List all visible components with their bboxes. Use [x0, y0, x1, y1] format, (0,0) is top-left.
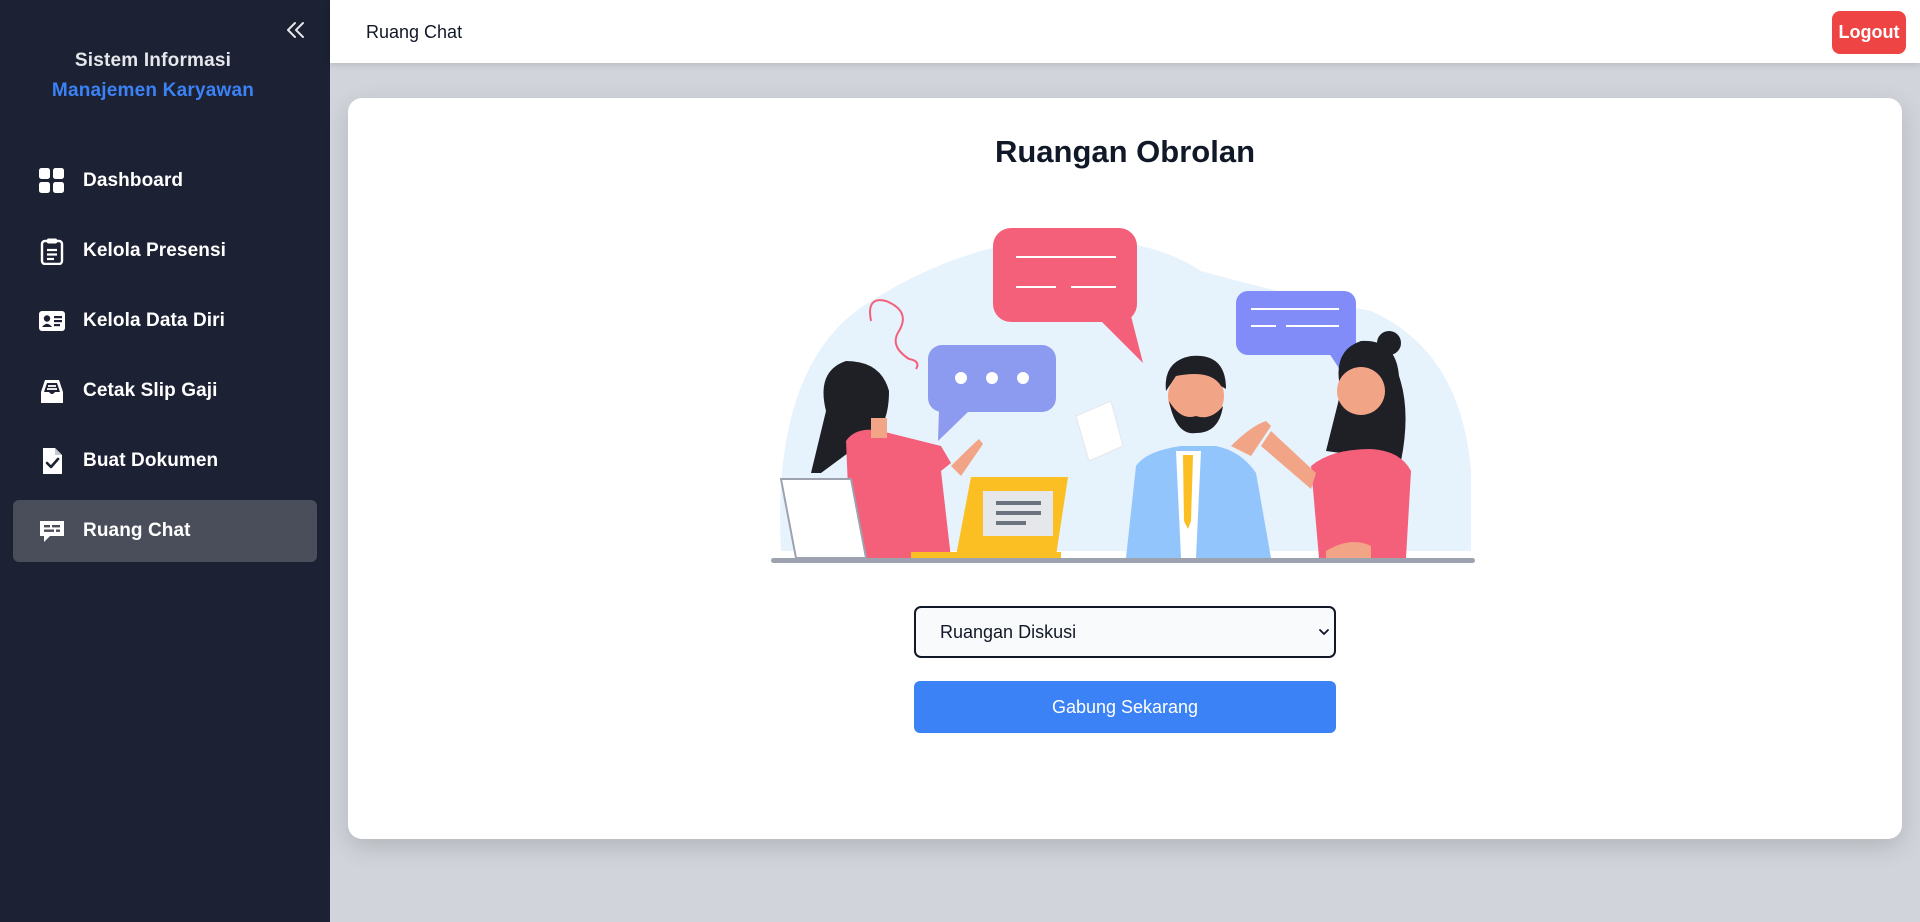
sidebar-item-label: Ruang Chat [83, 520, 191, 541]
sidebar-item-label: Kelola Presensi [83, 240, 227, 261]
sidebar-item-buat-dokumen[interactable]: Buat Dokumen [13, 430, 317, 492]
double-chevron-left-icon [287, 22, 304, 38]
top-bar: Ruang Chat Logout [330, 0, 1920, 63]
collapse-sidebar-button[interactable] [284, 16, 306, 44]
id-card-icon [38, 307, 66, 335]
sidebar-item-cetak-slip-gaji[interactable]: Cetak Slip Gaji [13, 360, 317, 422]
sidebar-item-ruang-chat[interactable]: Ruang Chat [13, 500, 317, 562]
inbox-tray-icon [38, 377, 66, 405]
chat-bubble-icon [38, 517, 66, 545]
brand-subtitle: Manajemen Karyawan [51, 80, 255, 101]
sidebar-item-label: Kelola Data Diri [83, 310, 226, 331]
clipboard-icon [38, 237, 66, 265]
sidebar-item-kelola-presensi[interactable]: Kelola Presensi [13, 220, 317, 282]
card-title: Ruangan Obrolan [994, 134, 1256, 169]
brand: Sistem Informasi Manajemen Karyawan [0, 50, 306, 102]
sidebar-item-dashboard[interactable]: Dashboard [13, 150, 317, 212]
page-title: Ruang Chat [366, 22, 463, 42]
sidebar-item-kelola-data-diri[interactable]: Kelola Data Diri [13, 290, 317, 352]
dashboard-grid-icon [38, 167, 66, 195]
document-check-icon [38, 447, 66, 475]
brand-title: Sistem Informasi [74, 50, 232, 71]
sidebar-item-label: Buat Dokumen [83, 450, 219, 471]
chat-room-card: Ruangan Obrolan Ruangan Diskusi Gabung S… [348, 98, 1902, 839]
sidebar-nav: Dashboard Kelola Presensi Kelola Data Di… [13, 150, 317, 570]
sidebar-item-label: Cetak Slip Gaji [83, 380, 218, 401]
room-select[interactable]: Ruangan Diskusi [914, 606, 1336, 658]
join-now-button[interactable]: Gabung Sekarang [914, 681, 1336, 733]
sidebar: Sistem Informasi Manajemen Karyawan Dash… [0, 0, 330, 922]
team-chat-illustration [771, 228, 1475, 563]
sidebar-item-label: Dashboard [83, 170, 184, 191]
logout-button[interactable]: Logout [1832, 11, 1906, 54]
